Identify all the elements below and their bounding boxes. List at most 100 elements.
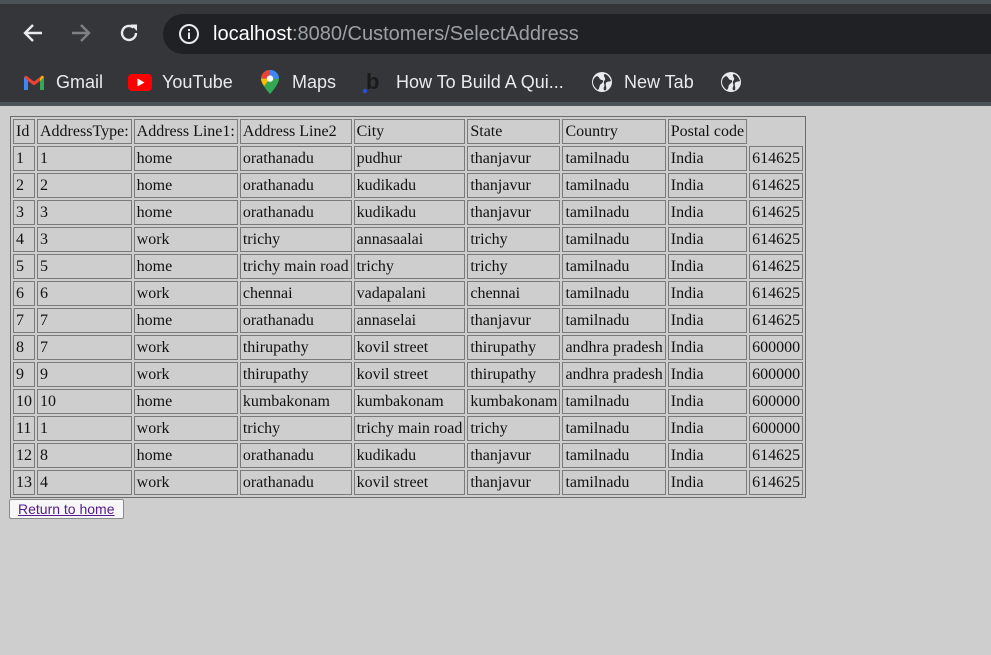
table-cell: kovil street: [353, 470, 466, 495]
table-cell: 614625: [749, 146, 804, 171]
table-row: 12 8 home orathanadu kudikadu thanjavur tamiln…: [13, 443, 804, 468]
back-button[interactable]: [15, 8, 51, 58]
table-row: 7 7 home orathanadu annaselai thanjavur tamiln…: [13, 308, 804, 333]
table-cell: 8: [37, 443, 132, 468]
table-cell: home: [133, 200, 238, 225]
table-cell: 2: [37, 173, 132, 198]
table-row: 8 7 work thirupathy kovil street thirupathy an…: [13, 335, 804, 360]
table-cell: India: [667, 227, 748, 252]
table-cell: India: [667, 254, 748, 279]
table-cell: 3: [37, 200, 132, 225]
column-header: City: [353, 119, 466, 144]
table-cell: 7: [13, 308, 35, 333]
table-cell: 5: [13, 254, 35, 279]
table-cell: orathanadu: [239, 308, 352, 333]
table-cell: thirupathy: [239, 362, 352, 387]
bookmark-label: Maps: [292, 71, 337, 92]
table-cell: tamilnadu: [562, 389, 666, 414]
table-cell: thirupathy: [467, 362, 561, 387]
table-row: 4 3 work trichy annasaalai trichy tamilnadu Ind…: [13, 227, 804, 252]
table-row: 11 1 work trichy trichy main road trichy tamil…: [13, 416, 804, 441]
table-cell: vadapalani: [353, 281, 466, 306]
table-cell: thanjavur: [467, 200, 561, 225]
address-bar[interactable]: localhost:8080/Customers/SelectAddress: [163, 14, 991, 54]
bookmarks-bar: Gmail YouTube Maps b How To Build A Qui.…: [0, 58, 991, 106]
table-cell: 8: [13, 335, 35, 360]
table-cell: 1: [37, 146, 132, 171]
table-cell: thirupathy: [467, 335, 561, 360]
table-cell: trichy main road: [353, 416, 466, 441]
table-cell: 10: [37, 389, 132, 414]
table-cell: 614625: [749, 470, 804, 495]
bookmark-how-to-build[interactable]: b How To Build A Qui...: [362, 70, 564, 94]
bookmark-globe[interactable]: [719, 70, 753, 94]
browser-chrome: localhost:8080/Customers/SelectAddress G…: [0, 0, 991, 106]
table-cell: 1: [13, 146, 35, 171]
column-header: Country: [562, 119, 666, 144]
table-cell: work: [133, 227, 238, 252]
table-row: 6 6 work chennai vadapalani chennai tamilnadu I…: [13, 281, 804, 306]
bookmark-label: New Tab: [624, 71, 694, 92]
table-cell: annaselai: [353, 308, 466, 333]
table-cell: trichy: [467, 416, 561, 441]
table-cell: trichy: [467, 227, 561, 252]
table-cell: tamilnadu: [562, 227, 666, 252]
table-cell: thanjavur: [467, 443, 561, 468]
table-cell: 614625: [749, 254, 804, 279]
table-cell: 3: [37, 227, 132, 252]
table-cell: andhra pradesh: [562, 335, 666, 360]
table-cell: India: [667, 146, 748, 171]
table-cell: India: [667, 443, 748, 468]
info-icon[interactable]: [178, 23, 200, 45]
reload-button[interactable]: [111, 8, 147, 58]
bookmark-new-tab[interactable]: New Tab: [590, 70, 694, 94]
table-cell: tamilnadu: [562, 281, 666, 306]
table-cell: tamilnadu: [562, 416, 666, 441]
forward-button[interactable]: [63, 8, 99, 58]
bookmark-youtube[interactable]: YouTube: [128, 70, 233, 94]
table-cell: thanjavur: [467, 173, 561, 198]
table-cell: 9: [37, 362, 132, 387]
youtube-icon: [128, 70, 152, 94]
table-row: 13 4 work orathanadu kovil street thanjavur ta…: [13, 470, 804, 495]
table-cell: thanjavur: [467, 146, 561, 171]
reload-icon: [120, 24, 138, 42]
table-cell: India: [667, 470, 748, 495]
table-cell: tamilnadu: [562, 254, 666, 279]
url-path: :8080/Customers/SelectAddress: [291, 22, 579, 45]
table-cell: kumbakonam: [467, 389, 561, 414]
bookmark-gmail[interactable]: Gmail: [22, 70, 103, 94]
table-cell: India: [667, 389, 748, 414]
page-content: Id AddressType: Address Line1: Address Line…: [0, 106, 991, 519]
table-cell: trichy main road: [239, 254, 352, 279]
svg-text:b: b: [366, 70, 379, 94]
table-cell: home: [133, 389, 238, 414]
table-cell: home: [133, 443, 238, 468]
table-cell: kumbakonam: [239, 389, 352, 414]
table-cell: work: [133, 281, 238, 306]
table-cell: thanjavur: [467, 470, 561, 495]
table-cell: andhra pradesh: [562, 362, 666, 387]
table-cell: work: [133, 470, 238, 495]
bookmark-maps[interactable]: Maps: [258, 70, 336, 94]
url-host: localhost: [213, 22, 292, 45]
table-cell: 4: [37, 470, 132, 495]
table-cell: 614625: [749, 173, 804, 198]
table-cell: trichy: [239, 227, 352, 252]
column-header: Address Line1:: [133, 119, 238, 144]
table-cell: 7: [37, 335, 132, 360]
back-arrow-icon: [23, 24, 42, 42]
table-cell: India: [667, 173, 748, 198]
bookmark-label: Gmail: [56, 71, 104, 92]
return-home-link[interactable]: Return to home: [18, 501, 115, 517]
column-header: State: [467, 119, 561, 144]
table-cell: 600000: [749, 362, 804, 387]
table-cell: kovil street: [353, 335, 466, 360]
column-header: Id: [13, 119, 35, 144]
table-cell: 614625: [749, 281, 804, 306]
table-cell: 2: [13, 173, 35, 198]
return-home-button[interactable]: Return to home: [9, 499, 124, 519]
table-header-row: Id AddressType: Address Line1: Address Line…: [13, 119, 803, 144]
table-cell: India: [667, 335, 748, 360]
table-cell: trichy: [353, 254, 466, 279]
